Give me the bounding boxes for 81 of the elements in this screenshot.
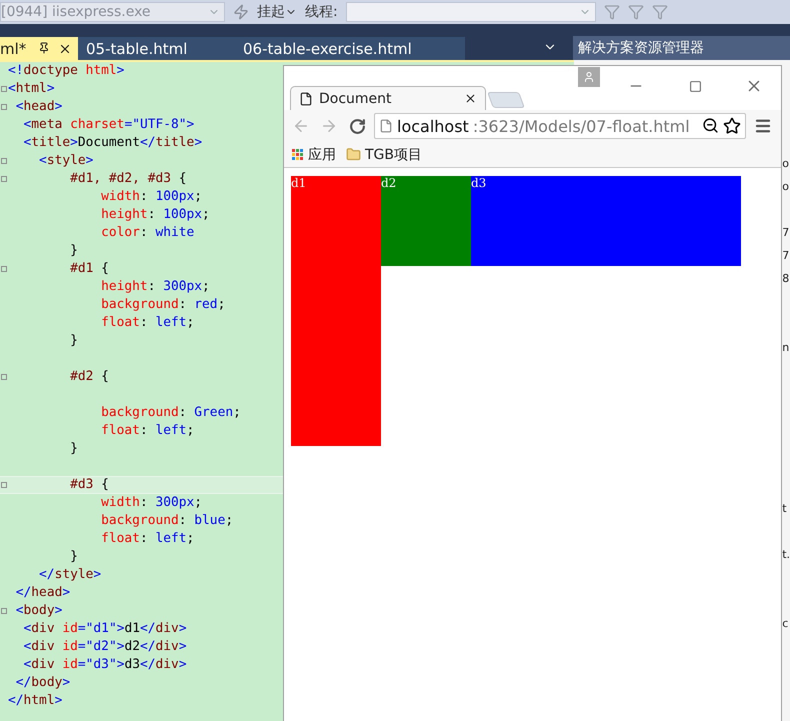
- code-line: #d3 {: [69, 476, 109, 494]
- file-tab[interactable]: ml*: [0, 37, 78, 60]
- code-line: float: left;: [100, 314, 194, 332]
- tree-item[interactable]: o: [782, 152, 789, 175]
- tree-item[interactable]: 7: [782, 221, 790, 244]
- file-tab[interactable]: 06-table-exercise.html: [235, 37, 465, 60]
- code-line: <div id="d2">d2</div>: [22, 638, 187, 656]
- code-line: height: 300px;: [100, 278, 210, 296]
- file-tab[interactable]: 05-table.html: [78, 37, 235, 60]
- code-line: }: [69, 332, 78, 350]
- code-line: <style>: [38, 152, 94, 170]
- tree-item[interactable]: c: [782, 612, 788, 635]
- tree-item[interactable]: t.: [782, 543, 790, 566]
- code-line: #d2 {: [69, 368, 109, 386]
- code-line: }: [69, 242, 78, 260]
- code-line: <html>: [8, 80, 55, 98]
- colored-block: d3: [471, 176, 741, 266]
- code-line: <head>: [14, 98, 62, 116]
- code-line: }: [69, 440, 78, 458]
- fold-icon[interactable]: [1, 176, 7, 182]
- fold-icon[interactable]: [1, 158, 7, 164]
- code-line: <title>Document</title>: [22, 134, 202, 152]
- code-line: <body>: [14, 602, 62, 620]
- thread-dropdown[interactable]: [346, 2, 596, 22]
- bookmark[interactable]: 应用: [292, 146, 336, 164]
- user-icon[interactable]: [578, 67, 600, 87]
- code-line: width: 100px;: [100, 188, 202, 206]
- pin-icon: [38, 42, 50, 56]
- filter-icon: [628, 4, 644, 20]
- star-icon: [723, 117, 741, 135]
- suspend-button[interactable]: 挂起: [257, 3, 297, 21]
- fold-icon[interactable]: [1, 266, 7, 272]
- address-field[interactable]: localhost :3623/Models/07-float.html: [374, 113, 746, 139]
- fold-icon[interactable]: [1, 482, 7, 488]
- code-line: <div id="d3">d3</div>: [22, 656, 187, 674]
- fold-icon[interactable]: [1, 374, 7, 380]
- fold-icon[interactable]: [1, 608, 7, 614]
- code-line: background: blue;: [100, 512, 234, 530]
- fold-icon[interactable]: [1, 104, 7, 110]
- code-line: #d1, #d2, #d3 {: [69, 170, 187, 188]
- filter-icon: [652, 4, 668, 20]
- code-line: #d1 {: [69, 260, 109, 278]
- code-line: background: Green;: [100, 404, 241, 422]
- browser-tab[interactable]: Document: [290, 86, 486, 110]
- code-line: </head>: [14, 584, 70, 602]
- bookmark[interactable]: TGB项目: [346, 146, 422, 164]
- panel-title: 解决方案资源管理器: [573, 36, 790, 60]
- code-line: float: left;: [100, 530, 194, 548]
- page-icon: [299, 92, 313, 106]
- tree-item[interactable]: 7: [782, 244, 790, 267]
- close-icon: [464, 92, 477, 105]
- lightning-icon: [233, 4, 249, 20]
- bookmark-label: TGB项目: [365, 146, 422, 164]
- code-line: width: 300px;: [100, 494, 202, 512]
- code-line: </style>: [38, 566, 102, 584]
- filter-icon: [604, 4, 620, 20]
- code-line: <div id="d1">d1</div>: [22, 620, 187, 638]
- code-line: background: red;: [100, 296, 226, 314]
- code-line: color: white: [100, 224, 194, 242]
- tree-item[interactable]: n: [782, 336, 790, 359]
- tree-item[interactable]: o: [782, 175, 789, 198]
- code-line: float: left;: [100, 422, 194, 440]
- page-icon: [379, 119, 393, 133]
- tree-item[interactable]: 8: [782, 267, 790, 290]
- tab-title: Document: [319, 90, 392, 106]
- code-line: </html>: [8, 692, 62, 710]
- fold-icon[interactable]: [1, 86, 7, 92]
- code-line: </body>: [14, 674, 70, 692]
- code-line: <!doctype html>: [8, 62, 124, 80]
- code-line: <meta charset="UTF-8">: [22, 116, 194, 134]
- code-line: height: 100px;: [100, 206, 210, 224]
- apps-grid-icon[interactable]: [292, 148, 304, 160]
- tree-item[interactable]: t: [782, 497, 788, 520]
- code-line: }: [69, 548, 78, 566]
- colored-block: d1: [291, 176, 381, 446]
- zoom-out-icon: [702, 117, 719, 135]
- thread-label: 线程:: [305, 3, 338, 21]
- folder-icon: [346, 147, 361, 162]
- colored-block: d2: [381, 176, 471, 266]
- new-tab-button[interactable]: [487, 92, 525, 108]
- bookmark-label: 应用: [308, 146, 336, 164]
